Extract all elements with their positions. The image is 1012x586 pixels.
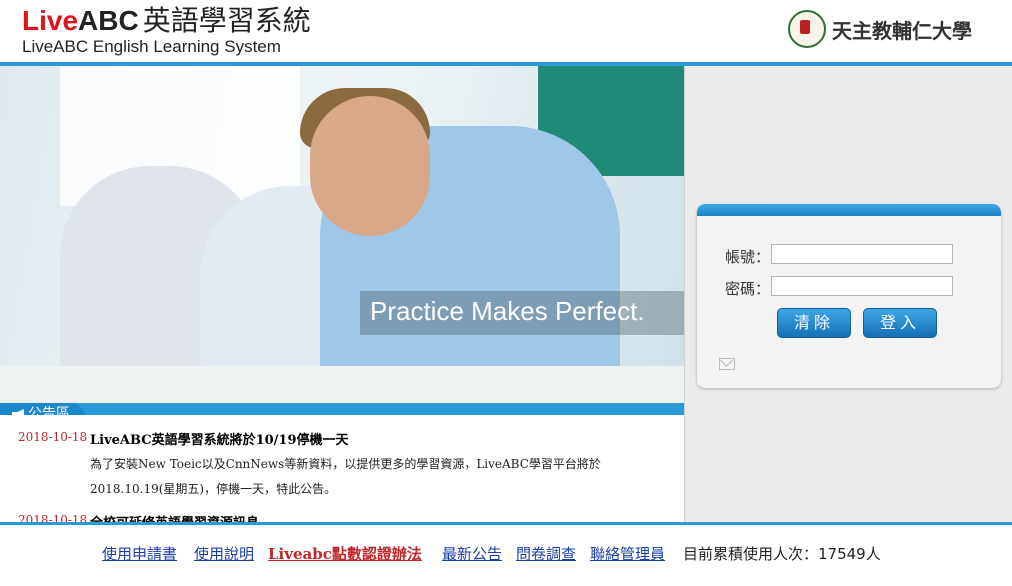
clear-button[interactable]: 清除 (777, 308, 851, 338)
visitor-counter: 目前累積使用人次：17549人 (683, 545, 881, 563)
brand-abc: ABC (78, 5, 139, 36)
brand-title: LiveABC 英語學習系統 (22, 6, 311, 36)
announcement-date: 2018-10-18 (18, 513, 88, 522)
announcement-body: 為了安裝New Toeic以及CnnNews等新資料，以提供更多的學習資源，Li… (90, 457, 601, 496)
university-name: 天主教輔仁大學 (832, 18, 972, 43)
footer-link-application[interactable]: 使用申請書 (102, 543, 177, 564)
login-box: 帳號： 密碼： 清除 登入 (697, 204, 1001, 388)
login-button[interactable]: 登入 (863, 308, 937, 338)
announcement-list[interactable]: 2018-10-18 LiveABC英語學習系統將於10/19停機一天 為了安裝… (0, 415, 684, 522)
announcement-title[interactable]: LiveABC英語學習系統將於10/19停機一天 (90, 429, 349, 448)
hero-tagline: Practice Makes Perfect. (360, 291, 684, 335)
footer-link-manual[interactable]: 使用說明 (194, 543, 254, 564)
account-input[interactable] (771, 244, 953, 264)
hero-student-3-head (310, 96, 430, 236)
university-logo: 天主教輔仁大學 (788, 10, 972, 48)
footer-link-news[interactable]: 最新公告 (442, 543, 502, 564)
header: LiveABC 英語學習系統 LiveABC English Learning S… (0, 0, 1012, 62)
hero-image: Practice Makes Perfect. (0, 66, 684, 403)
mail-icon[interactable] (719, 358, 735, 370)
login-box-header (697, 204, 1001, 216)
password-label: 密碼： (725, 280, 771, 298)
hero-desk (0, 366, 684, 403)
footer: 使用申請書 使用說明 Liveabc點數認證辦法 最新公告 問卷調查 聯絡管理員… (0, 525, 1012, 586)
brand-logo: LiveABC 英語學習系統 LiveABC English Learning S… (22, 6, 311, 57)
brand-subtitle: LiveABC English Learning System (22, 37, 281, 56)
footer-link-survey[interactable]: 問卷調查 (516, 543, 576, 564)
announcement-title[interactable]: 全校可延修英語學習資源訊息 (90, 512, 259, 522)
announcement-date: 2018-10-18 (18, 430, 88, 444)
account-label: 帳號： (725, 248, 771, 266)
brand-zh: 英語學習系統 (142, 5, 311, 36)
university-seal-icon (788, 10, 826, 48)
announcement-bar (0, 403, 684, 415)
brand-live: Live (22, 5, 79, 36)
footer-link-contact[interactable]: 聯絡管理員 (590, 543, 665, 564)
hero-tagline-text: Practice Makes Perfect. (370, 296, 645, 326)
password-input[interactable] (771, 276, 953, 296)
footer-link-points[interactable]: Liveabc點數認證辦法 (268, 543, 422, 564)
